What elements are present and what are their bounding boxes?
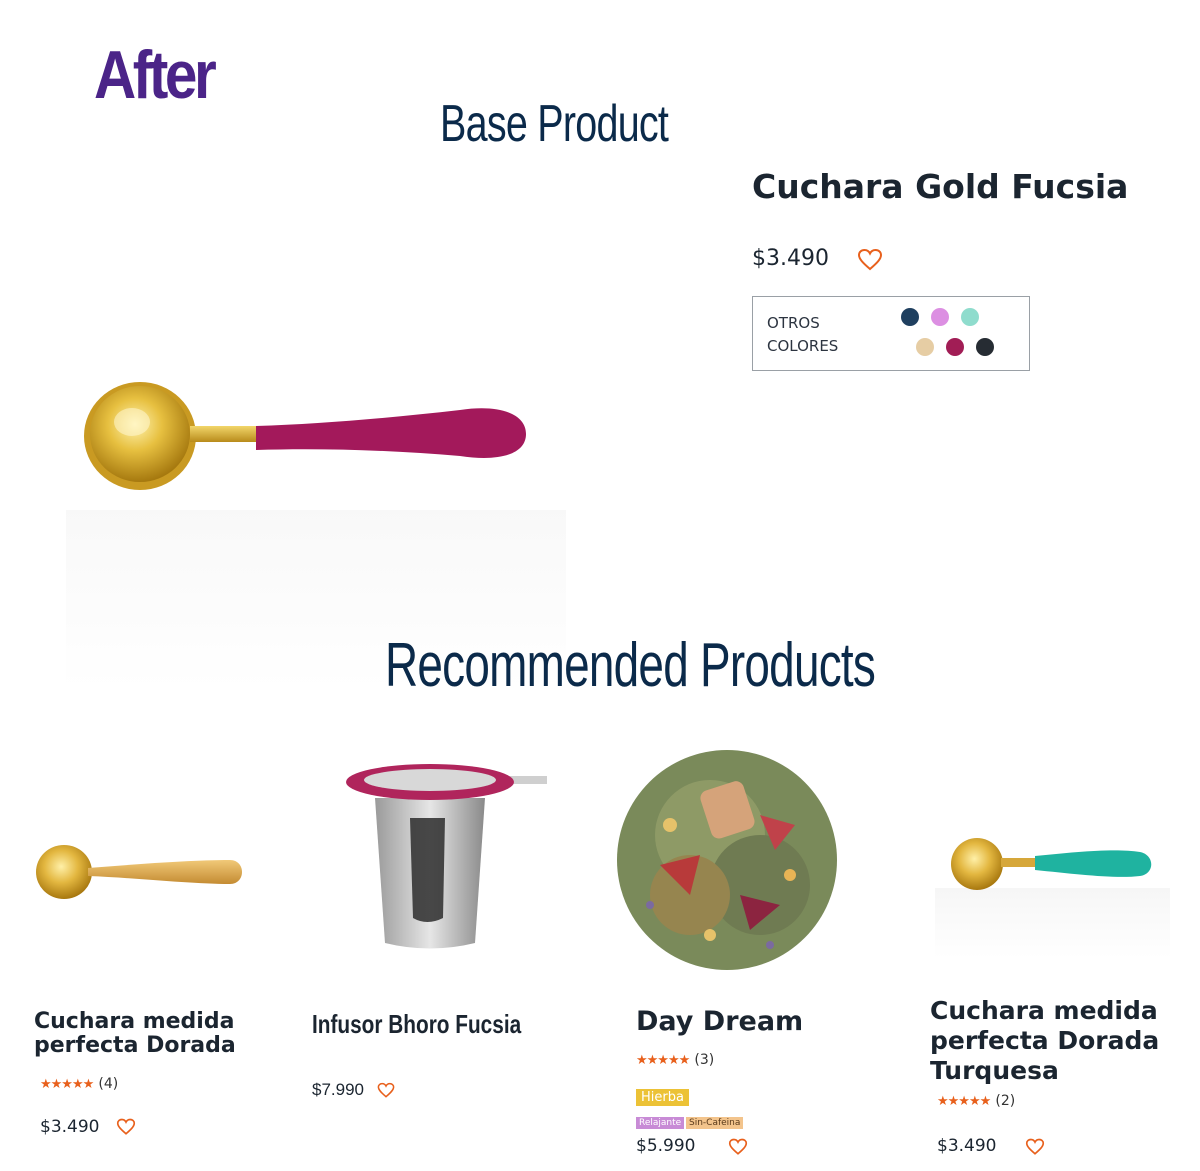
card-title[interactable]: Day Dream <box>636 1008 803 1035</box>
rating: ★★★★★ (2) <box>937 1090 1015 1109</box>
other-colors-label: OTROS COLORES <box>767 312 877 358</box>
after-label: After <box>94 37 217 113</box>
color-swatch-navy[interactable] <box>901 308 919 326</box>
rating-count: (2) <box>995 1093 1016 1109</box>
rating-stars: ★★★★★ <box>636 1053 690 1068</box>
card-title[interactable]: Cuchara medida perfecta Dorada Turquesa <box>930 996 1159 1086</box>
rating-count: (3) <box>694 1052 715 1068</box>
card-price: $5.990 <box>636 1136 696 1156</box>
wishlist-heart-icon[interactable] <box>1025 1138 1045 1156</box>
rating: ★★★★★ (4) <box>40 1073 118 1092</box>
tag-relajante: Relajante <box>636 1117 685 1129</box>
rating-count: (4) <box>98 1076 119 1092</box>
product-card-image[interactable] <box>935 778 1170 958</box>
color-swatch-beige[interactable] <box>916 338 934 356</box>
base-product-heading: Base Product <box>440 95 669 153</box>
wishlist-heart-icon[interactable] <box>377 1082 395 1099</box>
color-swatch-fuchsia[interactable] <box>946 338 964 356</box>
recommended-products-heading: Recommended Products <box>385 631 876 700</box>
wishlist-heart-icon[interactable] <box>857 248 883 272</box>
tag-sin-cafeina: Sin-Cafeina <box>686 1117 744 1129</box>
product-card-image[interactable] <box>30 830 260 910</box>
other-colors-label-line2: COLORES <box>767 337 839 355</box>
card-title[interactable]: Infusor Bhoro Fucsia <box>312 1011 521 1037</box>
product-card-image[interactable] <box>335 758 555 958</box>
card-title[interactable]: Cuchara medida perfecta Dorada <box>34 1010 236 1058</box>
tag-hierba: Hierba <box>636 1089 689 1106</box>
color-swatch-lilac[interactable] <box>931 308 949 326</box>
color-swatch-black[interactable] <box>976 338 994 356</box>
card-price: $3.490 <box>937 1136 997 1156</box>
rating: ★★★★★ (3) <box>636 1049 714 1068</box>
product-price: $3.490 <box>752 246 829 271</box>
rating-stars: ★★★★★ <box>937 1094 991 1109</box>
product-card-image[interactable] <box>610 745 845 975</box>
color-swatch-mint[interactable] <box>961 308 979 326</box>
card-price: $7.990 <box>312 1080 364 1099</box>
wishlist-heart-icon[interactable] <box>728 1138 748 1156</box>
product-title: Cuchara Gold Fucsia <box>752 167 1129 206</box>
other-colors-label-line1: OTROS <box>767 314 820 332</box>
wishlist-heart-icon[interactable] <box>116 1118 136 1136</box>
card-price: $3.490 <box>40 1117 100 1137</box>
rating-stars: ★★★★★ <box>40 1077 94 1092</box>
